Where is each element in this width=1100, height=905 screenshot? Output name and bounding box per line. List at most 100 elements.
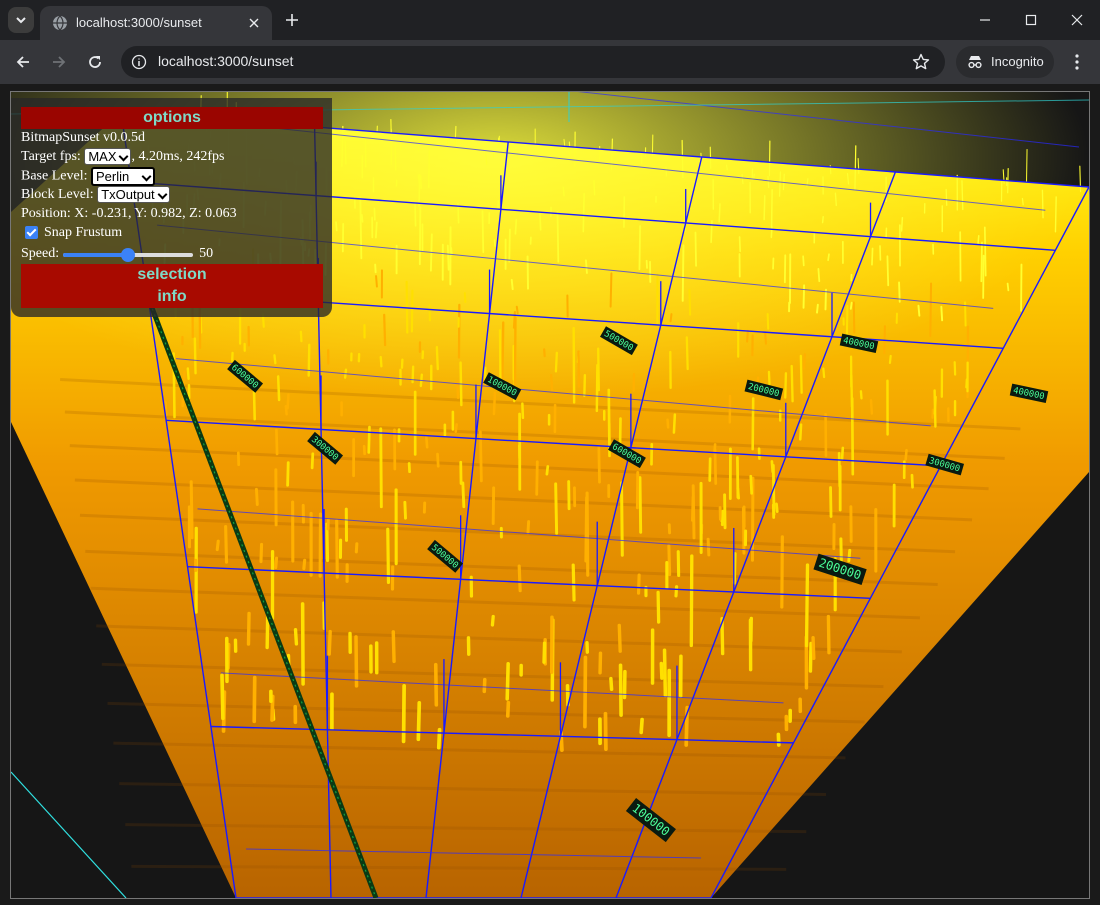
close-icon <box>249 18 259 28</box>
selection-info-block: selection info <box>21 264 323 308</box>
terrain-spike <box>945 188 948 206</box>
tab-close-button[interactable] <box>245 14 263 32</box>
terrain-spike <box>816 303 819 314</box>
terrain-spike <box>804 563 810 648</box>
terrain-spike <box>784 372 788 399</box>
snap-frustum-label: Snap Frustum <box>44 225 123 240</box>
back-button[interactable] <box>10 49 36 75</box>
terrain-spike <box>802 255 805 267</box>
terrain-spike <box>656 590 661 624</box>
terrain-spike <box>446 244 450 271</box>
terrain-spike <box>669 313 673 323</box>
terrain-spike <box>562 186 565 197</box>
browser-menu-button[interactable] <box>1066 50 1088 74</box>
terrain-spike <box>367 425 371 454</box>
browser-tab[interactable]: localhost:3000/sunset <box>40 6 272 40</box>
terrain-spike <box>582 192 585 233</box>
incognito-label: Incognito <box>991 54 1044 69</box>
terrain-spike <box>933 389 937 428</box>
terrain-spike <box>763 194 766 221</box>
terrain-spike <box>276 375 281 402</box>
terrain-spike <box>691 484 696 540</box>
maximize-button[interactable] <box>1008 5 1054 35</box>
terrain-spike <box>275 428 279 456</box>
terrain-spike <box>638 476 643 534</box>
options-header[interactable]: options <box>21 107 323 129</box>
target-fps-select[interactable]: MAX <box>84 148 132 166</box>
terrain-spike <box>834 192 837 207</box>
terrain-spike <box>539 212 542 231</box>
terrain-spike <box>638 225 642 271</box>
terrain-spike <box>405 280 409 334</box>
terrain-spike <box>824 288 827 311</box>
terrain-spike <box>461 481 466 509</box>
terrain-spike <box>775 502 779 514</box>
speed-slider-thumb[interactable] <box>121 247 136 262</box>
terrain-spike <box>770 226 773 239</box>
terrain-spike <box>492 391 497 416</box>
globe-icon <box>53 15 67 31</box>
terrain-spike <box>403 500 407 520</box>
terrain-spike <box>852 301 856 334</box>
selection-header[interactable]: selection <box>21 264 323 286</box>
terrain-spike <box>929 282 933 338</box>
new-tab-button[interactable] <box>282 10 302 30</box>
terrain-spike <box>749 474 754 495</box>
window-close-icon <box>1071 14 1083 26</box>
terrain-spike <box>802 353 806 370</box>
terrain-spike <box>584 496 589 563</box>
terrain-spike <box>720 510 725 527</box>
terrain-spike <box>310 452 315 470</box>
terrain-spike <box>917 304 921 317</box>
info-header[interactable]: info <box>21 286 323 308</box>
address-bar[interactable]: localhost:3000/sunset <box>121 46 945 78</box>
base-level-select[interactable]: Perlin <box>90 167 156 186</box>
tab-search-button[interactable] <box>8 7 34 33</box>
block-level-row: Block Level: TxOutput <box>21 186 170 204</box>
tab-search-icon <box>16 17 26 24</box>
terrain-spike <box>383 313 387 347</box>
terrain-spike <box>284 405 288 416</box>
terrain-spike <box>977 235 980 245</box>
base-level-value: Perlin <box>95 169 130 184</box>
terrain-spike <box>802 284 806 309</box>
minimize-button[interactable] <box>962 5 1008 35</box>
block-level-value: TxOutput <box>101 187 155 203</box>
kebab-menu-icon <box>1075 54 1079 70</box>
star-icon <box>912 53 930 70</box>
terrain-spike <box>910 473 914 489</box>
terrain-spike <box>246 611 251 646</box>
terrain-spike <box>732 552 737 585</box>
reload-button[interactable] <box>82 49 108 75</box>
terrain-spike <box>286 461 290 487</box>
speed-slider[interactable] <box>63 246 194 262</box>
reload-icon <box>89 56 101 68</box>
terrain-spike <box>778 171 782 197</box>
terrain-spike <box>900 216 904 232</box>
window-close-button[interactable] <box>1054 5 1100 35</box>
terrain-spike <box>482 677 487 694</box>
terrain-spike <box>821 215 824 224</box>
terrain-spike <box>299 330 303 343</box>
app-name: BitmapSunset v0.0.5d <box>21 130 146 145</box>
block-level-select[interactable]: TxOutput <box>97 186 170 204</box>
terrain-spike <box>659 661 664 680</box>
terrain-spike <box>583 374 587 397</box>
terrain-spike <box>780 535 784 609</box>
terrain-spike <box>501 321 505 384</box>
snap-frustum-checkbox[interactable] <box>25 226 38 240</box>
terrain-spike <box>799 423 803 441</box>
incognito-indicator[interactable]: Incognito <box>956 46 1054 78</box>
terrain-spike <box>274 556 279 570</box>
terrain-spike <box>481 210 485 254</box>
bookmark-button[interactable] <box>911 52 931 72</box>
site-info-button[interactable] <box>129 52 149 72</box>
terrain-spike <box>746 329 749 343</box>
terrain-spike <box>718 203 721 223</box>
terrain-spike <box>713 448 718 485</box>
forward-button[interactable] <box>46 49 72 75</box>
terrain-spike <box>741 506 746 555</box>
terrain-spike <box>252 389 256 421</box>
terrain-spike <box>386 527 391 584</box>
terrain-spike <box>725 164 728 171</box>
